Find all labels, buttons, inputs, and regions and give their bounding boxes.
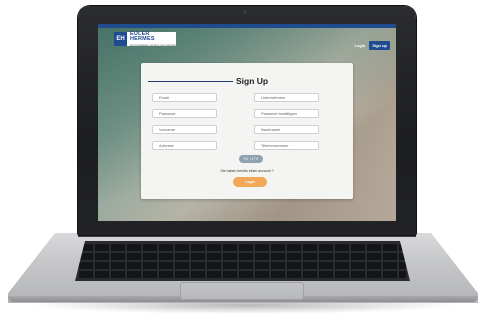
key-row [79,271,406,278]
screen: EH EULER HERMES Our knowledge serving yo… [98,24,396,221]
brand-logo[interactable]: EH EULER HERMES Our knowledge serving yo… [114,30,176,47]
firstname-field[interactable]: Vorname [152,125,217,134]
header-nav: Login Sign up [354,41,390,50]
logo-mark: EH [114,32,127,46]
email-field[interactable]: Email [152,93,217,102]
key-row [79,262,406,269]
address-field[interactable]: Adresse [152,141,217,150]
keyboard [75,241,410,281]
logo-tagline: Our knowledge serving your success [129,42,176,47]
lastname-field[interactable]: Nachname [254,125,319,134]
form-title: Sign Up [236,76,269,86]
top-bar [98,24,396,28]
key-row [79,244,406,251]
password-confirm-field[interactable]: Passwort bestätigen [254,109,319,118]
password-field[interactable]: Passwort [152,109,217,118]
title-divider [148,81,233,82]
laptop-lid: EH EULER HERMES Our knowledge serving yo… [78,6,416,235]
key-row [79,253,406,260]
company-field[interactable]: Unternehmen [254,93,319,102]
account-prompt[interactable]: Sie haben bereits einen account ? [141,169,353,173]
phone-field[interactable]: Telefonnummer [254,141,319,150]
logo-name: EULER HERMES [129,30,155,43]
login-button[interactable]: Login [233,177,267,187]
signup-button[interactable]: Sign up [369,41,390,50]
logo-text: EULER HERMES Our knowledge serving your … [127,30,176,47]
signup-form: Sign Up Email Unternehmen Passwort Passw… [141,63,353,199]
trackpad [180,282,304,300]
login-link[interactable]: Login [354,43,365,48]
camera-icon [243,10,247,14]
captcha-image: 9X UT0 [239,155,263,163]
